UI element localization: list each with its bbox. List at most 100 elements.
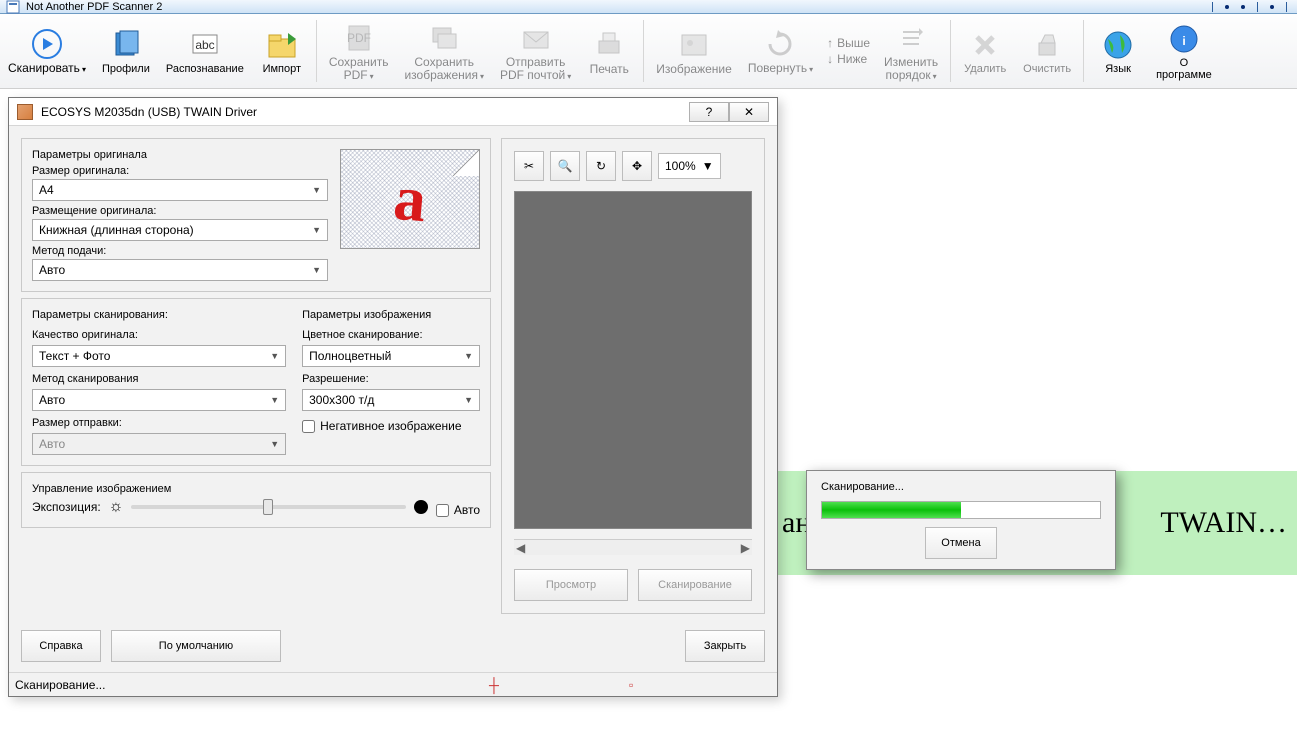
resolution-value: 300x300 т/д [309,393,374,407]
orientation-combo[interactable]: Книжная (длинная сторона)▼ [32,219,328,241]
dialog-title: ECOSYS M2035dn (USB) TWAIN Driver [41,105,257,119]
quality-combo[interactable]: Текст + Фото▼ [32,345,286,367]
progress-label: Сканирование... [821,481,1101,493]
svg-text:i: i [1182,34,1185,48]
scan-icon [31,28,63,60]
svg-text:abc: abc [195,38,214,52]
pan-tool-button[interactable]: ✥ [622,151,652,181]
feed-method-combo[interactable]: Авто ▼ [32,259,328,281]
dialog-help-button[interactable]: ? [689,102,729,122]
zoom-tool-button[interactable]: 🔍 [550,151,580,181]
language-button[interactable]: Язык [1088,14,1148,88]
progress-bar [821,501,1101,519]
exposure-slider[interactable] [131,505,406,509]
reorder-icon [895,22,927,54]
dialog-close-button[interactable]: ✕ [729,102,769,122]
resolution-combo[interactable]: 300x300 т/д▼ [302,389,480,411]
exposure-auto-checkbox[interactable]: Авто [436,503,480,517]
color-scan-value: Полноцветный [309,349,391,363]
scan-button[interactable]: Сканировать▾ [0,14,94,88]
image-control-legend: Управление изображением [32,483,480,495]
print-button[interactable]: Печать [579,14,639,88]
preview-scrollbar[interactable]: ◀▶ [514,539,752,555]
about-label: О программе [1156,57,1212,81]
color-scan-combo[interactable]: Полноцветный▼ [302,345,480,367]
save-pdf-label: Сохранить PDF [329,55,389,82]
negative-checkbox[interactable]: Негативное изображение [302,419,480,433]
feed-method-label: Метод подачи: [32,245,328,257]
chevron-down-icon: ▼ [312,185,321,195]
send-pdf-button[interactable]: Отправить PDF почтой▾ [492,14,579,88]
image-params-legend: Параметры изображения [302,309,480,321]
rotate-button[interactable]: Повернуть▾ [740,14,821,88]
cancel-scan-button[interactable]: Отмена [925,527,997,559]
delete-button[interactable]: Удалить [955,14,1015,88]
orig-size-label: Размер оригинала: [32,165,328,177]
chevron-down-icon: ▼ [270,351,279,361]
dialog-titlebar[interactable]: ECOSYS M2035dn (USB) TWAIN Driver ? ✕ [9,98,777,126]
reorder-button[interactable]: Изменить порядок▾ [876,14,946,88]
clear-label: Очистить [1023,63,1071,75]
print-label: Печать [590,62,629,76]
preview-button[interactable]: Просмотр [514,569,628,601]
move-down-button[interactable]: ↓Ниже [827,52,870,66]
clear-button[interactable]: Очистить [1015,14,1079,88]
import-button[interactable]: Импорт [252,14,312,88]
negative-checkbox-input[interactable] [302,420,315,433]
zoom-combo[interactable]: 100%▼ [658,153,721,179]
pdf-icon: PDF [343,22,375,54]
send-size-combo: Авто▼ [32,433,286,455]
scan-method-combo[interactable]: Авто▼ [32,389,286,411]
about-button[interactable]: i О программе [1148,14,1220,88]
rotate-cw-icon: ↻ [596,159,606,173]
delete-label: Удалить [964,63,1006,75]
crop-icon: ✂ [524,159,534,173]
feed-method-value: Авто [39,263,65,277]
orig-size-value: A4 [39,183,54,197]
save-images-button[interactable]: Сохранить изображения▾ [396,14,492,88]
preview-canvas[interactable] [514,191,752,529]
defaults-button[interactable]: По умолчанию [111,630,281,662]
profiles-button[interactable]: Профили [94,14,158,88]
scan-method-label: Метод сканирования [32,373,286,385]
info-icon: i [1168,23,1200,55]
svg-text:PDF: PDF [347,31,371,45]
language-label: Язык [1105,63,1131,75]
exposure-auto-input[interactable] [436,504,449,517]
clear-icon [1031,29,1063,61]
import-label: Импорт [263,63,301,75]
crop-marker-icon: ▫ [629,678,633,692]
scan-action-button[interactable]: Сканирование [638,569,752,601]
dark-dot-icon [414,500,428,514]
ocr-icon: abc [189,29,221,61]
slider-thumb[interactable] [263,499,273,515]
exposure-label: Экспозиция: [32,500,101,514]
move-icon: ✥ [632,159,642,173]
orientation-label: Размещение оригинала: [32,205,328,217]
orientation-glyph-icon: a [391,166,428,233]
image-icon [678,29,710,61]
crop-tool-button[interactable]: ✂ [514,151,544,181]
help-button[interactable]: Справка [21,630,101,662]
orig-size-combo[interactable]: A4 ▼ [32,179,328,201]
ocr-button[interactable]: abc Распознавание [158,14,252,88]
profiles-icon [110,29,142,61]
progress-fill [822,502,961,518]
chevron-down-icon: ▼ [312,265,321,275]
orientation-preview-thumb: a [340,149,480,249]
image-button[interactable]: Изображение [648,14,740,88]
ocr-label: Распознавание [166,63,244,75]
ruler-marker-icon: ┼ [489,677,499,693]
move-up-button[interactable]: ↑Выше [827,36,870,50]
save-pdf-button[interactable]: PDF Сохранить PDF▾ [321,14,397,88]
reorder-label: Изменить порядок [884,55,938,82]
profiles-label: Профили [102,63,150,75]
rotate-tool-button[interactable]: ↻ [586,151,616,181]
titlebar-decor [1212,0,1297,14]
down-arrow-icon: ↓ [827,52,833,66]
close-dialog-button[interactable]: Закрыть [685,630,765,662]
exposure-auto-label: Авто [454,503,480,517]
chevron-down-icon: ▼ [270,395,279,405]
save-images-icon [428,22,460,54]
dialog-statusbar: Сканирование... ┼ ▫ [9,672,777,696]
